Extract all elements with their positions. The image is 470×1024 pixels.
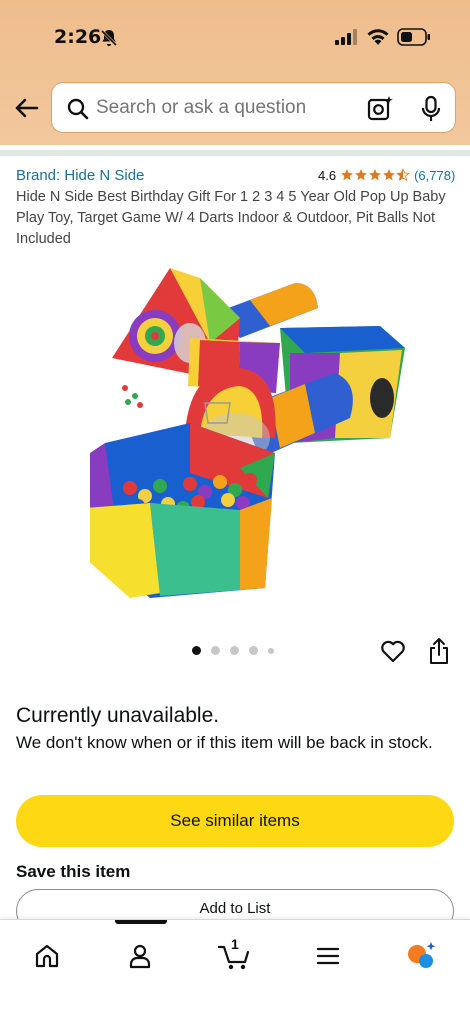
carousel-dot[interactable] <box>249 646 258 655</box>
carousel-dot[interactable] <box>230 646 239 655</box>
search-bar[interactable] <box>51 82 456 133</box>
search-input[interactable] <box>96 97 351 119</box>
nav-menu[interactable] <box>310 938 346 974</box>
bell-slash-icon <box>100 29 118 47</box>
product-title: Hide N Side Best Birthday Gift For 1 2 3… <box>16 189 446 247</box>
nav-account[interactable] <box>122 938 158 974</box>
product-page: 2:26 Search or ask a question Brand: Hid… <box>0 0 470 1024</box>
rufus-ai-icon <box>408 942 436 968</box>
save-item-heading: Save this item <box>16 862 131 881</box>
nav-cart[interactable]: 1 <box>216 936 252 974</box>
status-time: 2:26 <box>54 26 102 48</box>
back-arrow-icon[interactable] <box>10 92 42 124</box>
home-icon <box>35 944 59 968</box>
account-icon <box>129 944 151 969</box>
carousel-dot[interactable] <box>192 646 201 655</box>
rating-summary[interactable]: 4.6 (6,778) <box>318 165 455 185</box>
camera-lens-icon[interactable] <box>366 95 394 123</box>
cart-count-badge: 1 <box>231 936 239 952</box>
battery-icon <box>397 28 430 46</box>
see-similar-items-button[interactable]: See similar items <box>16 795 454 847</box>
header: 2:26 <box>0 0 470 145</box>
section-divider <box>0 150 470 156</box>
nav-rufus[interactable] <box>403 938 439 974</box>
availability-description: We don't know when or if this item will … <box>16 733 433 752</box>
product-image[interactable] <box>90 258 420 608</box>
signal-icon <box>335 29 357 45</box>
bottom-nav: 1 <box>0 919 470 1024</box>
image-carousel-dots[interactable] <box>192 646 284 655</box>
active-tab-indicator <box>115 920 167 924</box>
share-icon[interactable] <box>428 637 450 665</box>
heart-icon[interactable] <box>380 638 406 664</box>
rating-value: 4.6 <box>318 167 337 183</box>
menu-icon <box>316 947 340 965</box>
wifi-icon <box>367 29 389 45</box>
carousel-dot[interactable] <box>211 646 220 655</box>
star-rating <box>340 168 410 182</box>
search-icon <box>67 98 89 120</box>
star-full-icon <box>355 169 367 181</box>
mic-icon[interactable] <box>419 95 443 123</box>
rating-count-link[interactable]: (6,778) <box>414 168 455 183</box>
star-half-icon <box>396 168 410 182</box>
star-full-icon <box>341 169 353 181</box>
brand-link[interactable]: Brand: Hide N Side <box>16 167 144 184</box>
star-full-icon <box>369 169 381 181</box>
status-bar: 2:26 <box>0 0 470 70</box>
star-full-icon <box>383 169 395 181</box>
availability-title: Currently unavailable. <box>16 704 220 727</box>
nav-home[interactable] <box>29 938 65 974</box>
carousel-dot[interactable] <box>268 647 274 654</box>
